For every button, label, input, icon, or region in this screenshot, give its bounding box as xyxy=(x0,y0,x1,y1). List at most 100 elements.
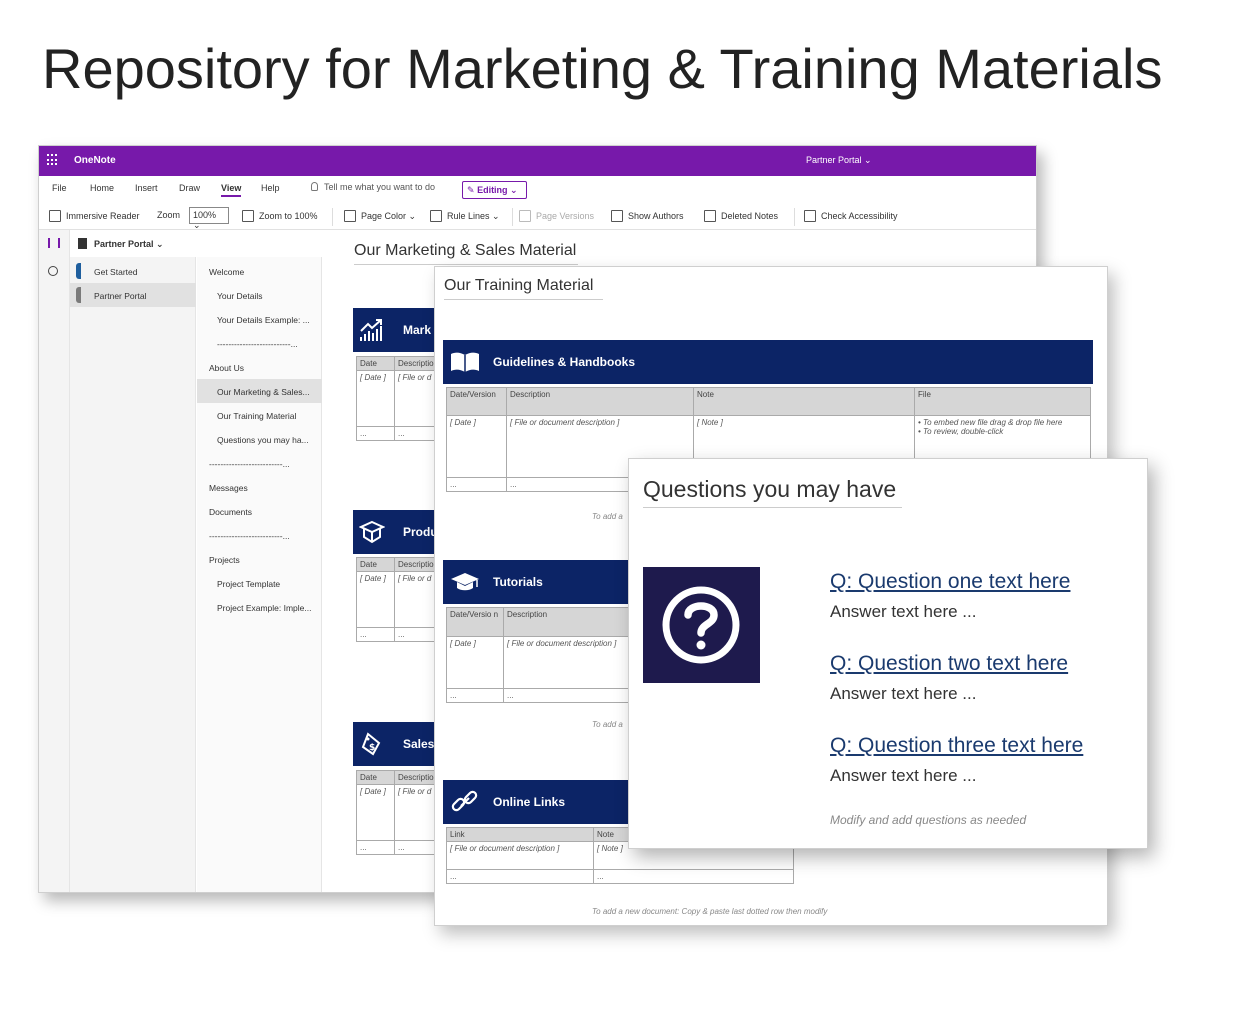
cell-dots[interactable]: ... xyxy=(446,869,594,884)
graduation-cap-icon xyxy=(451,573,479,591)
page-versions-label: Page Versions xyxy=(536,211,595,221)
cell-date[interactable]: [ Date ] xyxy=(446,415,507,478)
banner-label: Sales xyxy=(403,737,435,751)
page-item[interactable]: Our Marketing & Sales... xyxy=(197,379,322,403)
col-file: File xyxy=(914,387,1091,416)
col-date: Date xyxy=(356,356,395,371)
toolbar-divider xyxy=(332,208,333,226)
page-item[interactable]: Documents xyxy=(209,499,321,523)
zoom-select[interactable]: 100% ⌄ xyxy=(189,207,229,230)
cell-dots[interactable]: ... xyxy=(446,688,504,703)
questions-page-title[interactable]: Questions you may have xyxy=(643,476,903,508)
section-color-tab xyxy=(76,287,81,303)
immersive-reader-button[interactable]: Immersive Reader xyxy=(49,210,140,222)
page-item[interactable]: --------------------------... xyxy=(209,451,321,475)
rule-lines-button[interactable]: Rule Lines ⌄ xyxy=(430,210,500,222)
notebook-name-top[interactable]: Partner Portal ⌄ xyxy=(806,155,872,166)
products-banner: Produ xyxy=(353,510,443,554)
questions-page: Questions you may have Q: Question one t… xyxy=(628,458,1148,849)
tell-me-text: Tell me what you want to do xyxy=(324,182,436,192)
app-top-bar: OneNote Partner Portal ⌄ xyxy=(39,146,1036,176)
page-item[interactable]: About Us xyxy=(209,355,321,379)
tab-help[interactable]: Help xyxy=(261,183,280,193)
immersive-reader-icon xyxy=(49,210,61,222)
notebook-selector[interactable]: Partner Portal ⌄ xyxy=(70,230,322,257)
toolbar-divider xyxy=(794,208,795,226)
editing-label: Editing ⌄ xyxy=(477,185,518,195)
app-name[interactable]: OneNote xyxy=(74,155,116,166)
zoom-to-100-button[interactable]: Zoom to 100% xyxy=(242,210,318,222)
page-color-icon xyxy=(344,210,356,222)
chart-growth-icon xyxy=(360,319,382,341)
section-item-partner-portal[interactable]: Partner Portal xyxy=(70,283,196,307)
modify-questions-note: Modify and add questions as needed xyxy=(830,813,1027,827)
accessibility-icon xyxy=(804,210,816,222)
search-icon[interactable] xyxy=(48,266,58,276)
app-launcher-icon[interactable] xyxy=(47,154,59,166)
page-title[interactable]: Our Marketing & Sales Material xyxy=(354,242,579,265)
cell-dots[interactable]: ... xyxy=(356,426,395,441)
question-link[interactable]: Q: Question two text here xyxy=(830,652,1068,676)
section-color-tab xyxy=(76,263,81,279)
guidelines-banner: Guidelines & Handbooks xyxy=(443,340,1093,384)
deleted-notes-button[interactable]: Deleted Notes xyxy=(704,210,778,222)
banner-label: Guidelines & Handbooks xyxy=(493,355,636,369)
add-document-hint: To add a xyxy=(592,720,623,729)
file-bullet: • To embed new file drag & drop file her… xyxy=(918,418,1063,427)
tab-home[interactable]: Home xyxy=(90,183,114,193)
answer-text: Answer text here ... xyxy=(830,684,977,703)
link-icon xyxy=(451,790,478,812)
cell-link[interactable]: [ File or document description ] xyxy=(446,841,594,870)
cell-date[interactable]: [ Date ] xyxy=(356,370,395,427)
col-date-version: Date/Version xyxy=(446,387,507,416)
page-item[interactable]: Project Template xyxy=(217,571,321,595)
tab-insert[interactable]: Insert xyxy=(135,183,158,193)
col-note: Note xyxy=(693,387,915,416)
editing-mode-button[interactable]: ✎ Editing ⌄ xyxy=(462,181,527,199)
section-label: Get Started xyxy=(94,267,138,277)
tell-me-search[interactable]: Tell me what you want to do xyxy=(311,182,435,192)
cell-dots[interactable]: ... xyxy=(446,477,507,492)
cell-dots[interactable]: ... xyxy=(356,627,395,642)
training-page-title[interactable]: Our Training Material xyxy=(444,277,604,300)
tab-view[interactable]: View xyxy=(221,183,242,197)
tab-draw[interactable]: Draw xyxy=(179,183,200,193)
page-color-button[interactable]: Page Color ⌄ xyxy=(344,210,416,222)
col-date: Date xyxy=(356,557,395,572)
question-link[interactable]: Q: Question one text here xyxy=(830,570,1070,594)
cell-date[interactable]: [ Date ] xyxy=(446,636,504,689)
cell-dots[interactable]: ... xyxy=(593,869,794,884)
page-item[interactable]: Our Training Material xyxy=(217,403,321,427)
page-item[interactable]: Questions you may ha... xyxy=(217,427,321,451)
page-item[interactable]: Projects xyxy=(209,547,321,571)
question-link[interactable]: Q: Question three text here xyxy=(830,734,1083,758)
notebooks-icon[interactable] xyxy=(48,238,60,248)
page-versions-button[interactable]: Page Versions xyxy=(519,210,594,222)
marketing-banner: Mark xyxy=(353,308,443,352)
page-item[interactable]: Project Example: Imple... xyxy=(217,595,321,619)
open-book-icon xyxy=(451,352,479,372)
cell-date[interactable]: [ Date ] xyxy=(356,571,395,628)
check-accessibility-button[interactable]: Check Accessibility xyxy=(804,210,898,222)
page-item[interactable]: Your Details Example: ... xyxy=(217,307,321,331)
page-item[interactable]: Your Details xyxy=(217,283,321,307)
zoom-to-100-label: Zoom to 100% xyxy=(259,211,318,221)
lightbulb-icon xyxy=(311,182,318,191)
page-item[interactable]: --------------------------... xyxy=(217,331,321,355)
cell-dots[interactable]: ... xyxy=(356,840,395,855)
answer-text: Answer text here ... xyxy=(830,602,977,621)
add-document-hint: To add a xyxy=(592,512,623,521)
page-versions-icon xyxy=(519,210,531,222)
page-item[interactable]: Welcome xyxy=(209,259,321,283)
show-authors-button[interactable]: Show Authors xyxy=(611,210,684,222)
section-item-get-started[interactable]: Get Started xyxy=(70,259,196,283)
cell-date[interactable]: [ Date ] xyxy=(356,784,395,841)
page-item[interactable]: Messages xyxy=(209,475,321,499)
zoom-label: Zoom xyxy=(157,210,181,220)
deleted-notes-label: Deleted Notes xyxy=(721,211,779,221)
ribbon-tabs: File Home Insert Draw View Help Tell me … xyxy=(39,176,1036,200)
tab-file[interactable]: File xyxy=(52,183,67,193)
page-item[interactable]: --------------------------... xyxy=(209,523,321,547)
notebook-icon xyxy=(78,238,87,249)
col-date-version: Date/Versio n xyxy=(446,607,504,637)
